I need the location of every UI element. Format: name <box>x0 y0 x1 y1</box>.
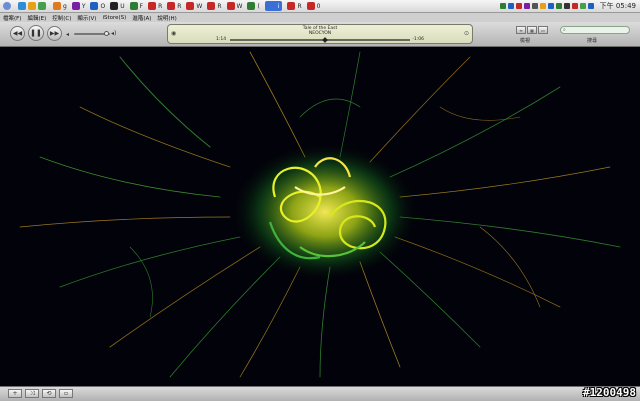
taskbar-window-button[interactable]: W <box>186 1 202 11</box>
window-app-icon <box>53 2 61 10</box>
window-app-icon <box>267 2 276 10</box>
remaining-time[interactable]: -1:06 <box>412 37 424 42</box>
burn-icon[interactable]: ⊙ <box>464 30 469 37</box>
now-playing-display: ◉ Tale of the East NEOCYON 1:14 -1:06 ⊙ <box>167 24 473 44</box>
window-app-icon <box>226 2 235 10</box>
taskbar-window-button[interactable]: F <box>129 1 144 11</box>
taskbar: g Y O U F R R W R W ( i R 0 下午 05:49 <box>0 0 640 13</box>
menu-bar: 檔案(F) 編輯(E) 控制(C) 顯示(V) iStore(S) 進階(A) … <box>0 13 640 22</box>
taskbar-window-button[interactable]: R <box>287 1 302 11</box>
view-album-button[interactable]: ▦ <box>527 26 537 34</box>
taskbar-window-button[interactable]: 0 <box>306 1 321 11</box>
artwork-icon: ▫ <box>63 390 69 397</box>
window-app-icon <box>129 2 138 10</box>
window-app-icon <box>148 2 157 10</box>
view-label: 檢視 <box>520 38 531 44</box>
pause-icon: ❚❚ <box>30 29 42 37</box>
volume-low-icon: ◂ <box>66 31 70 38</box>
watermark: #1200498 <box>583 386 636 399</box>
window-app-icon <box>287 2 296 10</box>
shuffle-icon: ⤨ <box>29 389 35 397</box>
taskbar-window-button[interactable]: ( <box>247 1 260 11</box>
menu-edit[interactable]: 編輯(E) <box>27 14 46 22</box>
menu-file[interactable]: 檔案(F) <box>3 14 21 22</box>
taskbar-window-button[interactable]: U <box>110 1 125 11</box>
taskbar-window-label: i <box>277 2 280 10</box>
window-app-icon <box>207 2 216 10</box>
visualizer-canvas[interactable] <box>0 47 640 386</box>
clock[interactable]: 下午 05:49 <box>600 1 636 11</box>
taskbar-window-label: ( <box>257 2 260 10</box>
plus-icon: + <box>12 390 18 397</box>
volume-knob[interactable] <box>103 31 109 36</box>
fast-forward-icon: ▶▶ <box>49 30 60 37</box>
window-app-icon <box>247 2 256 10</box>
taskbar-window-label: W <box>196 2 203 10</box>
window-app-icon <box>167 2 176 10</box>
taskbar-window-button[interactable]: R <box>148 1 162 11</box>
search-input[interactable] <box>565 27 616 33</box>
taskbar-window-button[interactable]: R <box>207 1 222 11</box>
bottom-bar: + ⤨ ⟲ ▫ <box>0 386 640 401</box>
repeat-icon: ⟲ <box>46 390 52 397</box>
taskbar-window-label: U <box>120 2 125 10</box>
taskbar-window-label: 0 <box>316 2 321 10</box>
taskbar-window-button[interactable]: O <box>90 1 105 11</box>
volume-slider[interactable] <box>74 31 110 36</box>
list-view-icon: ≡ <box>519 27 523 33</box>
elapsed-time[interactable]: 1:14 <box>216 37 226 42</box>
menu-store[interactable]: iStore(S) <box>102 15 126 21</box>
menu-controls[interactable]: 控制(C) <box>52 14 71 22</box>
search-label: 搜尋 <box>587 38 598 44</box>
taskbar-window-button[interactable]: g <box>53 1 67 11</box>
previous-button[interactable]: ◀◀ <box>10 26 25 41</box>
taskbar-window-label: Y <box>81 2 86 10</box>
artwork-button[interactable]: ▫ <box>59 389 73 398</box>
add-playlist-button[interactable]: + <box>8 389 22 398</box>
taskbar-window-button[interactable]: i <box>264 1 283 11</box>
start-apple-icon[interactable] <box>3 1 13 11</box>
taskbar-window-button[interactable]: W <box>226 1 243 11</box>
player-toolbar: ◀◀ ❚❚ ▶▶ ◂ ◂) ◉ Tale of the East NEOCYON… <box>0 22 640 47</box>
volume-high-icon: ◂) <box>111 30 117 37</box>
taskbar-window-button[interactable]: Y <box>71 1 86 11</box>
view-coverflow-button[interactable]: ▭ <box>538 26 548 34</box>
quicklaunch-icons <box>18 1 48 11</box>
view-list-button[interactable]: ≡ <box>516 26 526 34</box>
visualizer-art <box>19 51 621 378</box>
menu-view[interactable]: 顯示(V) <box>77 14 96 22</box>
taskbar-window-button[interactable]: R <box>167 1 181 11</box>
window-app-icon <box>90 2 99 10</box>
window-app-icon <box>186 2 195 10</box>
taskbar-window-label: R <box>297 2 302 10</box>
taskbar-window-label: O <box>100 2 106 10</box>
taskbar-window-label: g <box>63 2 67 10</box>
taskbar-window-label: R <box>158 2 163 10</box>
window-app-icon <box>71 2 80 10</box>
system-tray: 下午 05:49 <box>499 0 640 12</box>
pause-button[interactable]: ❚❚ <box>28 25 44 41</box>
rewind-icon: ◀◀ <box>12 30 23 37</box>
view-switcher: ≡ ▦ ▭ <box>516 26 549 34</box>
menu-help[interactable]: 說明(H) <box>157 14 176 22</box>
window-app-icon <box>306 2 315 10</box>
taskbar-window-label: R <box>177 2 182 10</box>
next-button[interactable]: ▶▶ <box>47 26 62 41</box>
track-artist: NEOCYON <box>308 31 332 36</box>
menu-advanced[interactable]: 進階(A) <box>132 14 151 22</box>
taskbar-window-label: F <box>139 2 144 10</box>
repeat-button[interactable]: ⟲ <box>42 389 56 398</box>
search-box[interactable]: ⌕ <box>560 26 630 34</box>
taskbar-window-label: R <box>217 2 222 10</box>
taskbar-window-label: W <box>236 2 243 10</box>
album-view-icon: ▦ <box>530 27 534 33</box>
shuffle-button[interactable]: ⤨ <box>25 389 39 398</box>
progress-knob[interactable] <box>322 37 329 43</box>
coverflow-view-icon: ▭ <box>541 27 545 33</box>
window-app-icon <box>110 2 119 10</box>
progress-bar[interactable] <box>230 37 410 43</box>
